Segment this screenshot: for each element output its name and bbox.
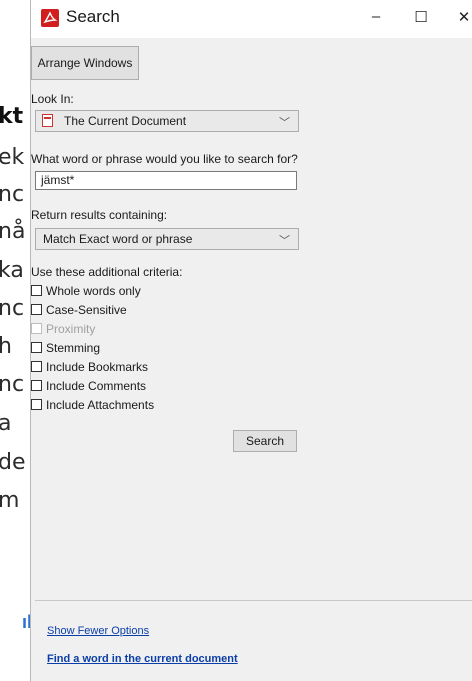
background-text-line: m bbox=[0, 488, 20, 513]
return-results-label: Return results containing: bbox=[31, 208, 168, 222]
maximize-button[interactable]: ☐ bbox=[406, 8, 436, 26]
title-bar[interactable]: Search – ☐ ✕ bbox=[31, 0, 472, 38]
checkbox-box[interactable] bbox=[31, 399, 42, 410]
close-button[interactable]: ✕ bbox=[449, 8, 472, 26]
search-window: Search – ☐ ✕ Arrange Windows Look In: Th… bbox=[30, 0, 472, 681]
return-results-selected: Match Exact word or phrase bbox=[43, 232, 193, 246]
checkbox-label: Proximity bbox=[46, 322, 96, 336]
look-in-label: Look In: bbox=[31, 92, 74, 106]
search-input[interactable]: jämst* bbox=[35, 171, 297, 190]
search-button[interactable]: Search bbox=[233, 430, 297, 452]
background-text-line: ka bbox=[0, 258, 24, 283]
background-text-line: h bbox=[0, 334, 12, 359]
checkbox-label: Case-Sensitive bbox=[46, 303, 127, 317]
return-results-dropdown[interactable]: Match Exact word or phrase ﹀ bbox=[35, 228, 299, 250]
background-text-line: kt bbox=[0, 104, 24, 129]
checkbox-box[interactable] bbox=[31, 361, 42, 372]
search-phrase-label: What word or phrase would you like to se… bbox=[31, 152, 298, 166]
background-text-line: ek bbox=[0, 145, 25, 170]
checkbox-label: Whole words only bbox=[46, 284, 141, 298]
look-in-selected: The Current Document bbox=[64, 114, 187, 128]
pdf-document-icon bbox=[42, 114, 53, 127]
footer-divider bbox=[35, 600, 472, 601]
checkbox-label: Stemming bbox=[46, 341, 101, 355]
checkbox-label: Include Bookmarks bbox=[46, 360, 149, 374]
background-text-line: nc bbox=[0, 296, 25, 321]
background-text-line: nc bbox=[0, 372, 25, 397]
acrobat-icon bbox=[41, 9, 59, 27]
checkbox-box bbox=[31, 323, 42, 334]
checkbox-box[interactable] bbox=[31, 285, 42, 296]
background-text-line: a bbox=[0, 411, 12, 436]
minimize-button[interactable]: – bbox=[361, 8, 391, 25]
checkbox-label: Include Comments bbox=[46, 379, 147, 393]
window-title: Search bbox=[66, 7, 120, 26]
background-text-line: nå bbox=[0, 219, 26, 244]
checkbox-box[interactable] bbox=[31, 304, 42, 315]
checkbox-label: Include Attachments bbox=[46, 398, 155, 412]
chevron-down-icon: ﹀ bbox=[279, 235, 290, 247]
chevron-down-icon: ﹀ bbox=[279, 117, 290, 129]
background-text-line: de bbox=[0, 450, 26, 475]
look-in-dropdown[interactable]: The Current Document ﹀ bbox=[35, 110, 299, 132]
checkbox-box[interactable] bbox=[31, 342, 42, 353]
criteria-label: Use these additional criteria: bbox=[31, 265, 183, 279]
checkbox-box[interactable] bbox=[31, 380, 42, 391]
show-fewer-options-link[interactable]: Show Fewer Options bbox=[47, 625, 149, 637]
background-text-line: nc bbox=[0, 182, 25, 207]
arrange-windows-button[interactable]: Arrange Windows bbox=[31, 46, 139, 80]
find-word-help-link[interactable]: Find a word in the current document bbox=[47, 653, 238, 665]
